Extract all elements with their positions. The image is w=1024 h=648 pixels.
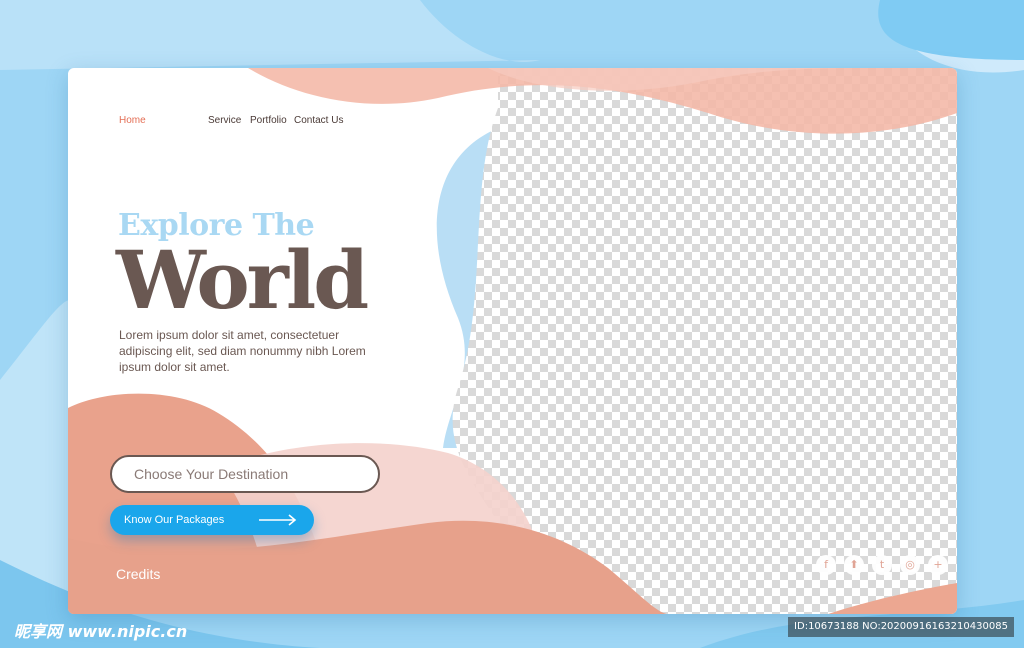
facebook-icon[interactable]: f (816, 555, 836, 575)
credits-link[interactable]: Credits (116, 566, 160, 582)
twitter-icon[interactable]: t (872, 555, 892, 575)
nav-item-contact-us[interactable]: Contact Us (294, 115, 343, 126)
watermark-site: 昵享网 www.nipic.cn (14, 622, 188, 641)
cta-label: Know Our Packages (124, 514, 225, 526)
arrow-right-icon (259, 514, 297, 526)
plus-icon[interactable]: + (928, 555, 948, 575)
instagram-icon[interactable]: ◎ (900, 555, 920, 575)
landing-card: Home Service Portfolio Contact Us Explor… (68, 68, 957, 614)
hero-description: Lorem ipsum dolor sit amet, consectetuer… (119, 328, 366, 374)
nav-item-portfolio[interactable]: Portfolio (250, 115, 287, 126)
hero-title: World (116, 233, 369, 327)
know-our-packages-button[interactable]: Know Our Packages (110, 505, 314, 535)
upload-icon[interactable]: ⬆ (844, 555, 864, 575)
nav-item-service[interactable]: Service (208, 115, 241, 126)
nav-item-home[interactable]: Home (119, 115, 146, 126)
watermark-id: ID:10673188 NO:20200916163210430085 (788, 617, 1014, 637)
destination-input[interactable] (110, 455, 380, 493)
